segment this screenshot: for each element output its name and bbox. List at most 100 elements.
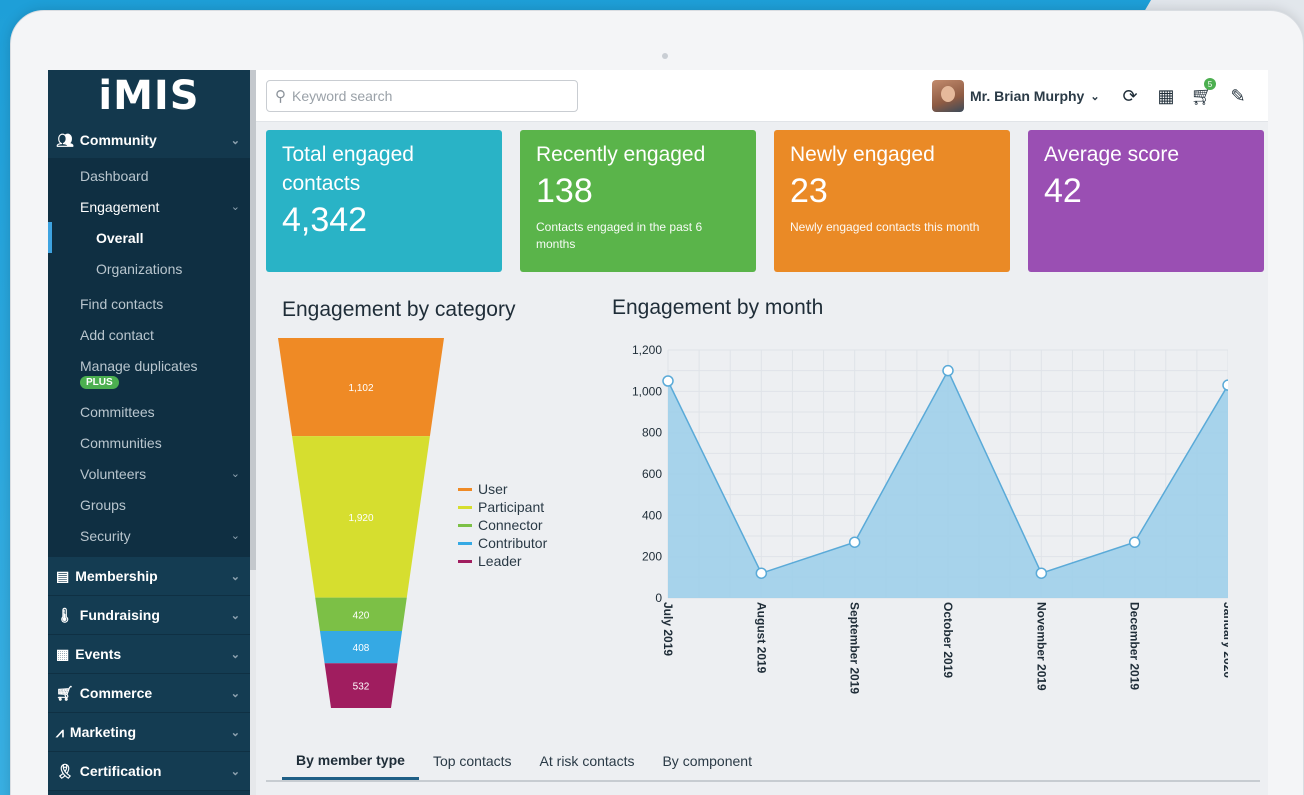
sidebar-item-communities[interactable]: Communities [48, 427, 250, 458]
tab-at-risk-contacts[interactable]: At risk contacts [526, 742, 649, 780]
cart-icon[interactable]: 🛒︎ 5 [1190, 78, 1216, 108]
y-tick-label: 200 [642, 550, 662, 564]
chevron-down-icon: ⌄ [230, 648, 240, 661]
tile-title: Average score [1044, 143, 1180, 166]
y-tick-label: 400 [642, 508, 662, 522]
funnel-value-label: 1,102 [348, 383, 373, 394]
data-point[interactable] [662, 375, 674, 387]
legend-swatch [458, 559, 472, 563]
sidebar-item-dashboard[interactable]: Dashboard [48, 160, 250, 191]
sidebar-section-marketing[interactable]: ⩘ Marketing ⌄ [48, 713, 250, 752]
sidebar-section-commerce[interactable]: 🛒︎ Commerce ⌄ [48, 674, 250, 713]
app-screen: iMIS 👥︎ Community ⌄ Dashboard Engagement ⌄… [48, 70, 1268, 795]
tile-title: Newly engaged [790, 143, 935, 166]
avatar [932, 80, 964, 112]
legend-item-connector[interactable]: Connector [458, 516, 547, 534]
x-tick-label: October 2019 [941, 602, 955, 678]
sidebar-item-add-contact[interactable]: Add contact [48, 319, 250, 350]
imis-logo[interactable]: iMIS [48, 70, 250, 122]
legend-item-participant[interactable]: Participant [458, 498, 547, 516]
tile-recently-engaged[interactable]: Recently engaged 138 Contacts engaged in… [520, 130, 756, 272]
sidebar-item-find-contacts[interactable]: Find contacts [48, 288, 250, 319]
x-tick-label: December 2019 [1128, 602, 1142, 690]
sidebar-item-security[interactable]: Security ⌄ [48, 520, 250, 551]
tile-newly-engaged[interactable]: Newly engaged 23 Newly engaged contacts … [774, 130, 1010, 272]
sidebar-item-groups[interactable]: Groups [48, 489, 250, 520]
funnel-value-label: 420 [353, 610, 370, 621]
y-tick-label: 800 [642, 426, 662, 440]
sidebar-item-label: Security [80, 527, 131, 544]
data-point[interactable] [942, 364, 954, 377]
calendar-icon: ▦ [56, 645, 70, 662]
search-input[interactable]: Keyword search [292, 88, 392, 104]
legend-swatch [458, 541, 472, 545]
sidebar-item-organizations[interactable]: Organizations [48, 253, 250, 284]
tile-title: Total engaged contacts [282, 143, 414, 195]
user-name: Mr. Brian Murphy [970, 88, 1085, 104]
sidebar-item-engagement[interactable]: Engagement ⌄ [48, 191, 250, 222]
sidebar-section-membership[interactable]: ▤ Membership ⌄ [48, 557, 250, 596]
sidebar-item-label: Volunteers [80, 465, 147, 482]
sidebar-item-label: Overall [96, 229, 144, 246]
sidebar-item-committees[interactable]: Committees [48, 396, 250, 427]
edit-icon[interactable]: ✎ [1226, 84, 1250, 108]
tile-note: Newly engaged contacts this month [790, 220, 980, 234]
sidebar-item-manage-duplicates[interactable]: Manage duplicates PLUS [48, 350, 250, 396]
search-box[interactable]: ⚲ Keyword search [266, 80, 578, 112]
sidebar-sections: ▤ Membership ⌄ 🌡︎ Fundraising ⌄ ▦ Events ⌄ … [48, 557, 250, 791]
tile-value: 4,342 [282, 201, 368, 239]
tile-value: 23 [790, 172, 828, 210]
legend-label: Leader [478, 553, 522, 569]
sidebar-item-label: Add contact [80, 326, 154, 343]
camera-dot [662, 53, 668, 59]
data-point[interactable] [1035, 567, 1048, 579]
scrollbar-thumb[interactable] [250, 70, 256, 570]
sidebar-item-volunteers[interactable]: Volunteers ⌄ [48, 458, 250, 489]
data-point[interactable] [848, 536, 861, 548]
sidebar: iMIS 👥︎ Community ⌄ Dashboard Engagement ⌄… [48, 70, 250, 795]
tile-average-score[interactable]: Average score 42 [1028, 130, 1264, 272]
sidebar-section-label: Certification [79, 763, 162, 779]
legend-item-contributor[interactable]: Contributor [458, 534, 547, 552]
data-point[interactable] [1222, 379, 1228, 391]
sidebar-section-events[interactable]: ▦ Events ⌄ [48, 635, 250, 674]
sidebar-section-certification[interactable]: 🎗︎ Certification ⌄ [48, 752, 250, 791]
x-tick-label: July 2019 [661, 602, 675, 656]
sidebar-section-label: Fundraising [79, 607, 160, 623]
plus-badge: PLUS [80, 375, 119, 389]
cart-count-badge: 5 [1204, 78, 1216, 90]
tile-total-engaged[interactable]: Total engaged contacts 4,342 [266, 130, 502, 272]
top-bar: ⚲ Keyword search Mr. Brian Murphy ⌄ ⟳ ▦ … [256, 70, 1268, 122]
id-card-icon: ▤ [56, 567, 70, 584]
y-tick-label: 1,200 [632, 343, 662, 357]
sidebar-item-label: Groups [80, 496, 126, 513]
calendar-icon[interactable]: ▦ [1154, 84, 1178, 108]
chevron-down-icon: ⌄ [230, 468, 240, 480]
tab-by-component[interactable]: By component [648, 742, 766, 780]
y-tick-label: 600 [642, 467, 662, 481]
sidebar-item-label: Committees [80, 403, 155, 420]
sidebar-section-label: Commerce [79, 685, 153, 701]
sidebar-section-community[interactable]: 👥︎ Community ⌄ [48, 122, 250, 158]
sidebar-item-label: Dashboard [80, 167, 149, 184]
sidebar-section-fundraising[interactable]: 🌡︎ Fundraising ⌄ [48, 596, 250, 635]
community-submenu: Dashboard Engagement ⌄ Overall Organizati… [48, 158, 250, 557]
legend-swatch [458, 505, 472, 509]
legend-label: Contributor [478, 535, 548, 551]
user-menu[interactable]: Mr. Brian Murphy ⌄ [932, 80, 1100, 112]
x-tick-label: August 2019 [754, 602, 768, 674]
sidebar-item-overall[interactable]: Overall [48, 222, 250, 253]
data-point[interactable] [755, 567, 768, 579]
people-icon: 👥︎ [56, 131, 74, 148]
chevron-down-icon: ⌄ [230, 134, 240, 147]
legend-item-user[interactable]: User [458, 480, 547, 498]
headset-icon[interactable]: ⟳ [1118, 84, 1142, 108]
tab-by-member-type[interactable]: By member type [282, 742, 419, 780]
y-tick-label: 1,000 [632, 384, 662, 398]
legend-item-leader[interactable]: Leader [458, 552, 547, 570]
tab-top-contacts[interactable]: Top contacts [419, 742, 526, 780]
search-icon: ⚲ [275, 88, 286, 105]
data-point[interactable] [1128, 536, 1141, 548]
thermometer-icon: 🌡︎ [56, 606, 74, 623]
sidebar-scrollbar[interactable] [250, 70, 256, 795]
